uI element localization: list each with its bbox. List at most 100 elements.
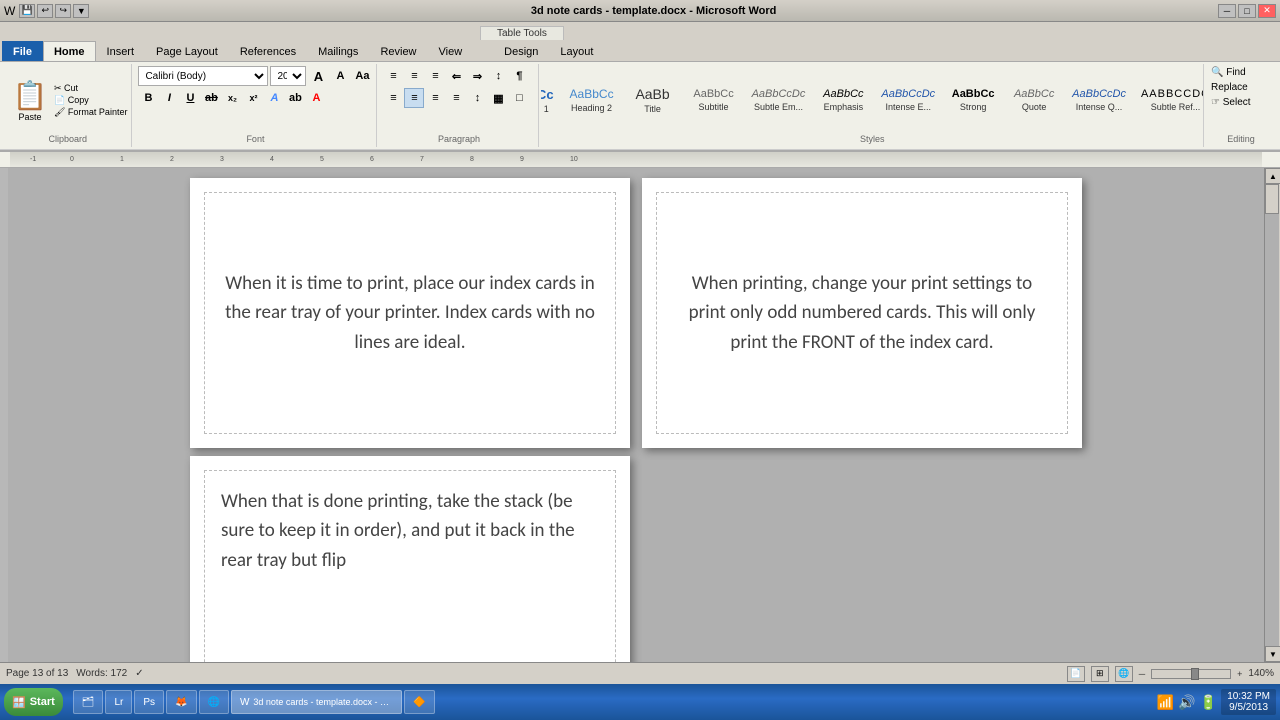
minimize-btn[interactable]: ─ bbox=[1218, 4, 1236, 18]
align-left-btn[interactable]: ≡ bbox=[383, 88, 403, 108]
view-web-btn[interactable]: 🌐 bbox=[1115, 666, 1133, 682]
start-button[interactable]: 🪟 Start bbox=[4, 688, 63, 716]
style-subtitle[interactable]: AaBbCc Subtitle bbox=[684, 72, 744, 128]
paste-btn[interactable]: 📋 Paste bbox=[8, 79, 52, 122]
line-spacing-btn[interactable]: ↕ bbox=[467, 88, 487, 108]
style-heading2[interactable]: AaBbCc Heading 2 bbox=[562, 72, 622, 128]
format-painter-btn[interactable]: 🖌 Format Painter bbox=[54, 107, 127, 118]
tab-layout[interactable]: Layout bbox=[549, 41, 604, 61]
network-tray-icon[interactable]: 📶 bbox=[1157, 694, 1174, 711]
style-strong[interactable]: AaBbCc Strong bbox=[943, 72, 1003, 128]
align-center-btn[interactable]: ≡ bbox=[404, 88, 424, 108]
underline-btn[interactable]: U bbox=[180, 88, 200, 108]
scroll-down-btn[interactable]: ▼ bbox=[1265, 646, 1280, 662]
view-fullscreen-btn[interactable]: ⊞ bbox=[1091, 666, 1109, 682]
font-name-select[interactable]: Calibri (Body) bbox=[138, 66, 268, 86]
chrome-icon: 🌐 bbox=[208, 697, 220, 708]
spell-check-icon[interactable]: ✓ bbox=[135, 668, 143, 679]
font-color-btn[interactable]: A bbox=[306, 88, 326, 108]
view-print-btn[interactable]: 📄 bbox=[1067, 666, 1085, 682]
bullets-btn[interactable]: ≡ bbox=[383, 66, 403, 86]
zoom-thumb[interactable] bbox=[1191, 668, 1199, 680]
select-btn[interactable]: ☞ Select bbox=[1210, 96, 1272, 109]
redo-quick-btn[interactable]: ↪ bbox=[55, 4, 71, 18]
tab-design[interactable]: Design bbox=[493, 41, 549, 61]
tab-home[interactable]: Home bbox=[43, 41, 96, 61]
index-card-1[interactable]: When it is time to print, place our inde… bbox=[204, 192, 616, 434]
style-intense-q-preview: AaBbCcDc bbox=[1072, 88, 1126, 100]
text-highlight-btn[interactable]: ab bbox=[285, 88, 305, 108]
taskbar-firefox[interactable]: 🦊 bbox=[166, 690, 196, 714]
index-card-3[interactable]: When that is done printing, take the sta… bbox=[204, 470, 616, 662]
taskbar-lr[interactable]: Lr bbox=[105, 690, 132, 714]
zoom-slider[interactable] bbox=[1151, 669, 1231, 679]
battery-tray-icon[interactable]: 🔋 bbox=[1200, 694, 1217, 711]
show-marks-btn[interactable]: ¶ bbox=[509, 66, 529, 86]
close-btn[interactable]: ✕ bbox=[1258, 4, 1276, 18]
taskbar-explorer[interactable]: 🗂 bbox=[73, 690, 104, 714]
borders-btn[interactable]: □ bbox=[509, 88, 529, 108]
style-quote[interactable]: AaBbCc Quote bbox=[1004, 72, 1064, 128]
sort-btn[interactable]: ↕ bbox=[488, 66, 508, 86]
scroll-track[interactable] bbox=[1265, 184, 1279, 646]
taskbar: 🪟 Start 🗂 Lr Ps 🦊 🌐 W 3d note cards - te… bbox=[0, 684, 1280, 720]
tab-page-layout[interactable]: Page Layout bbox=[145, 41, 229, 61]
taskbar-chrome[interactable]: 🌐 bbox=[199, 690, 229, 714]
replace-btn[interactable]: Replace bbox=[1210, 81, 1272, 94]
tab-mailings[interactable]: Mailings bbox=[307, 41, 369, 61]
word-count: Words: 172 bbox=[76, 668, 127, 679]
shading-btn[interactable]: ▦ bbox=[488, 88, 508, 108]
font-size-select[interactable]: 20 bbox=[270, 66, 306, 86]
tab-file[interactable]: File bbox=[2, 41, 43, 61]
scroll-thumb[interactable] bbox=[1265, 184, 1279, 214]
style-h2-preview: AaBbCc bbox=[570, 87, 614, 101]
style-emphasis[interactable]: AaBbCc Emphasis bbox=[813, 72, 873, 128]
volume-tray-icon[interactable]: 🔊 bbox=[1178, 694, 1195, 711]
index-card-2[interactable]: When printing, change your print setting… bbox=[656, 192, 1068, 434]
editing-group: 🔍 Find Replace ☞ Select Editing bbox=[1206, 64, 1276, 147]
numbering-btn[interactable]: ≡ bbox=[404, 66, 424, 86]
ribbon-tabs: File Home Insert Page Layout References … bbox=[0, 40, 1280, 62]
word-icon[interactable]: W bbox=[4, 4, 15, 18]
bold-btn[interactable]: B bbox=[138, 88, 158, 108]
save-quick-btn[interactable]: 💾 bbox=[19, 4, 35, 18]
tab-review[interactable]: Review bbox=[369, 41, 427, 61]
font-grow-btn[interactable]: A bbox=[308, 66, 328, 86]
style-title[interactable]: AaBb Title bbox=[623, 72, 683, 128]
style-subtle-ref[interactable]: AaBbCcDc Subtle Ref... bbox=[1134, 72, 1204, 128]
undo-quick-btn[interactable]: ↩ bbox=[37, 4, 53, 18]
italic-btn[interactable]: I bbox=[159, 88, 179, 108]
find-btn[interactable]: 🔍 Find bbox=[1210, 66, 1272, 79]
cut-btn[interactable]: ✂ Cut bbox=[54, 83, 127, 94]
zoom-out-btn[interactable]: ─ bbox=[1139, 669, 1145, 679]
taskbar-word[interactable]: W 3d note cards - template.docx - Micros… bbox=[231, 690, 402, 714]
style-intense-q[interactable]: AaBbCcDc Intense Q... bbox=[1065, 72, 1133, 128]
taskbar-ps[interactable]: Ps bbox=[134, 690, 164, 714]
increase-indent-btn[interactable]: ⇒ bbox=[467, 66, 487, 86]
subscript-btn[interactable]: x₂ bbox=[222, 88, 242, 108]
clear-format-btn[interactable]: Aa bbox=[352, 66, 372, 86]
taskbar-vlc[interactable]: 🔶 bbox=[404, 690, 434, 714]
decrease-indent-btn[interactable]: ⇐ bbox=[446, 66, 466, 86]
tab-references[interactable]: References bbox=[229, 41, 307, 61]
style-subtle-ref-preview: AaBbCcDc bbox=[1141, 88, 1204, 100]
text-effects-btn[interactable]: A bbox=[264, 88, 284, 108]
zoom-in-btn[interactable]: + bbox=[1237, 669, 1242, 679]
style-intense-e[interactable]: AaBbCcDc Intense E... bbox=[874, 72, 942, 128]
clock[interactable]: 10:32 PM 9/5/2013 bbox=[1221, 689, 1276, 715]
strikethrough-btn[interactable]: ab bbox=[201, 88, 221, 108]
tab-insert[interactable]: Insert bbox=[96, 41, 146, 61]
tab-view[interactable]: View bbox=[428, 41, 474, 61]
font-shrink-btn[interactable]: A bbox=[330, 66, 350, 86]
customize-quick-btn[interactable]: ▼ bbox=[73, 4, 89, 18]
restore-btn[interactable]: □ bbox=[1238, 4, 1256, 18]
style-heading1[interactable]: AaBbCc Heading 1 bbox=[541, 72, 560, 128]
style-subtle-em[interactable]: AaBbCcDc Subtle Em... bbox=[745, 72, 813, 128]
scroll-up-btn[interactable]: ▲ bbox=[1265, 168, 1280, 184]
superscript-btn[interactable]: x² bbox=[243, 88, 263, 108]
justify-btn[interactable]: ≡ bbox=[446, 88, 466, 108]
copy-btn[interactable]: 📄 Copy bbox=[54, 95, 127, 106]
align-right-btn[interactable]: ≡ bbox=[425, 88, 445, 108]
multilevel-list-btn[interactable]: ≡ bbox=[425, 66, 445, 86]
card-1-text: When it is time to print, place our inde… bbox=[221, 269, 599, 357]
